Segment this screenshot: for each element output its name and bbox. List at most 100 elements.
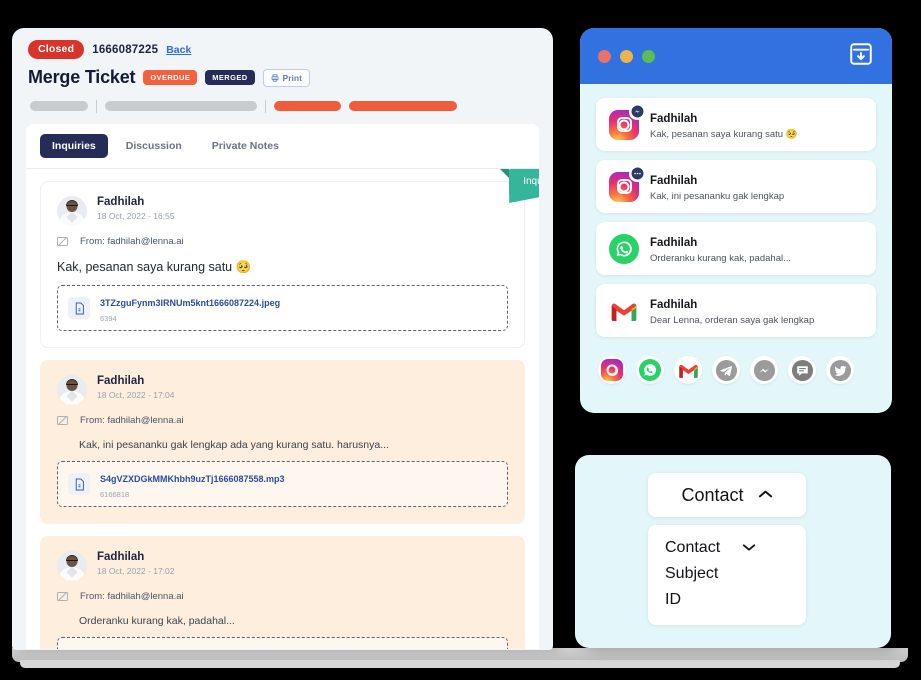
- contact-dropdown-options: Contact Subject ID: [648, 525, 806, 625]
- inquiries-ribbon-label: Inquiries: [523, 176, 539, 187]
- channel-filter-row: [580, 346, 892, 384]
- message-preview: Dear Lenna, orderan saya gak lengkap: [650, 315, 815, 326]
- tabs-wrap: Inquiries Discussion Private Notes: [12, 124, 553, 169]
- option-contact-label: Contact: [665, 539, 721, 556]
- option-subject-label: Subject: [665, 565, 719, 582]
- avatar: [57, 196, 87, 226]
- print-button[interactable]: Print: [262, 68, 310, 87]
- ticket-id: 1666087225: [92, 43, 159, 56]
- attachment[interactable]: mz5RCljIdreChquo92FMI666087552.png 40880…: [57, 637, 508, 649]
- option-contact[interactable]: Contact: [665, 539, 806, 557]
- message-area-wrap: Inquiries Fadhilah 18 Oct, 2022 - 16:55: [12, 169, 553, 649]
- conversation-list: Fadhilah Kak, pesanan saya kurang satu 🥺…: [580, 84, 892, 337]
- chat-window-titlebar: [580, 28, 892, 84]
- message-from: From: fadhilah@lenna.ai: [80, 236, 184, 247]
- message-sender: Fadhilah: [97, 196, 145, 208]
- tab-discussion[interactable]: Discussion: [114, 134, 194, 158]
- telegram-icon[interactable]: [712, 356, 740, 384]
- skeleton-bar-1[interactable]: [30, 101, 88, 111]
- attachment-name[interactable]: 3TZzguFynm3lRNUm5knt1666087224.jpeg: [100, 298, 280, 308]
- gmail-icon[interactable]: [674, 356, 702, 384]
- message-header: Fadhilah 18 Oct, 2022 - 17:04: [57, 375, 508, 405]
- message-card[interactable]: Fadhilah 18 Oct, 2022 - 17:04 From: fadh…: [40, 360, 525, 524]
- message-card[interactable]: Fadhilah 18 Oct, 2022 - 16:55 From: fadh…: [40, 181, 525, 348]
- message-preview: Kak, ini pesananku gak lengkap: [650, 191, 785, 202]
- printer-icon: [271, 73, 279, 82]
- instagram-icon: [609, 165, 645, 202]
- livechat-icon[interactable]: [788, 356, 816, 384]
- contact-dropdown-header[interactable]: Contact: [648, 473, 806, 517]
- whatsapp-icon: [609, 233, 639, 264]
- file-icon: [68, 473, 90, 495]
- message-list[interactable]: Inquiries Fadhilah 18 Oct, 2022 - 16:55: [26, 169, 539, 649]
- list-item[interactable]: Fadhilah Orderanku kurang kak, padahal..…: [596, 222, 876, 275]
- tab-private-notes[interactable]: Private Notes: [200, 134, 291, 158]
- avatar: [57, 551, 87, 581]
- minimize-dot[interactable]: [620, 49, 633, 63]
- option-subject[interactable]: Subject: [665, 565, 806, 583]
- mail-icon: [57, 237, 68, 246]
- chat-window: Fadhilah Kak, pesanan saya kurang satu 🥺…: [580, 28, 892, 413]
- message-sender: Fadhilah: [97, 375, 145, 387]
- overdue-badge: OVERDUE: [143, 70, 198, 85]
- contact-panel: Contact Contact Subject ID: [575, 455, 891, 648]
- message-body: Kak, pesanan saya kurang satu 🥺: [57, 260, 252, 274]
- whatsapp-icon[interactable]: [636, 356, 664, 384]
- message-from-row: From: fadhilah@lenna.ai: [57, 591, 508, 602]
- list-item[interactable]: Fadhilah Kak, pesanan saya kurang satu 🥺: [596, 98, 876, 151]
- contact-name: Fadhilah: [650, 113, 698, 125]
- back-link[interactable]: Back: [166, 44, 191, 56]
- option-id-label: ID: [665, 591, 681, 608]
- message-preview: Kak, pesanan saya kurang satu 🥺: [650, 129, 798, 140]
- skeleton-divider-2: [265, 99, 266, 113]
- attachment-name[interactable]: S4gVZXDGkMMKhbh9uzTj1666087558.mp3: [100, 474, 285, 484]
- message-time: 18 Oct, 2022 - 17:04: [97, 390, 175, 400]
- ticket-header: Closed 1666087225 Back Merge Ticket OVER…: [12, 28, 553, 113]
- messenger-icon[interactable]: [750, 356, 778, 384]
- skeleton-bar-2[interactable]: [105, 101, 257, 111]
- mail-icon: [57, 416, 68, 425]
- twitter-icon[interactable]: [826, 356, 854, 384]
- option-id[interactable]: ID: [665, 591, 806, 609]
- chevron-down-icon: [742, 539, 756, 557]
- message-header: Fadhilah 18 Oct, 2022 - 16:55: [57, 196, 508, 226]
- tab-inquiries[interactable]: Inquiries: [40, 134, 108, 158]
- contact-name: Fadhilah: [650, 175, 698, 187]
- message-body: Orderanku kurang kak, padahal...: [79, 615, 235, 627]
- avatar: [57, 375, 87, 405]
- close-dot[interactable]: [598, 49, 611, 63]
- mail-icon: [57, 592, 68, 601]
- skeleton-bar-4[interactable]: [349, 101, 457, 111]
- attachment[interactable]: S4gVZXDGkMMKhbh9uzTj1666087558.mp3 61668…: [57, 461, 508, 507]
- page-title: Merge Ticket: [28, 67, 136, 87]
- message-from: From: fadhilah@lenna.ai: [80, 591, 184, 602]
- message-header: Fadhilah 18 Oct, 2022 - 17:02: [57, 551, 508, 581]
- chevron-up-icon: [758, 486, 773, 504]
- screenshot-stage: Closed 1666087225 Back Merge Ticket OVER…: [0, 0, 921, 680]
- instagram-icon[interactable]: [598, 356, 626, 384]
- message-card[interactable]: Fadhilah 18 Oct, 2022 - 17:02 From: fadh…: [40, 536, 525, 649]
- print-label: Print: [282, 72, 302, 83]
- filter-skeleton-row: [30, 99, 537, 113]
- list-item[interactable]: Fadhilah Kak, ini pesananku gak lengkap: [596, 160, 876, 213]
- tab-bar: Inquiries Discussion Private Notes: [26, 124, 539, 169]
- message-preview: Orderanku kurang kak, padahal...: [650, 253, 792, 264]
- file-icon: [68, 297, 90, 319]
- skeleton-bar-3[interactable]: [274, 101, 341, 111]
- contact-header-label: Contact: [681, 484, 744, 505]
- list-item[interactable]: Fadhilah Dear Lenna, orderan saya gak le…: [596, 284, 876, 337]
- comment-badge-icon: [629, 165, 645, 182]
- ticket-window: Closed 1666087225 Back Merge Ticket OVER…: [12, 28, 553, 650]
- status-badge: Closed: [28, 40, 85, 59]
- merged-badge: MERGED: [205, 70, 255, 85]
- gmail-icon: [609, 296, 639, 326]
- attachment-size: 6394: [100, 314, 117, 323]
- messenger-badge-icon: [629, 103, 645, 120]
- inbox-download-icon[interactable]: [848, 41, 874, 72]
- maximize-dot[interactable]: [642, 49, 655, 63]
- contact-name: Fadhilah: [650, 299, 698, 311]
- message-sender: Fadhilah: [97, 551, 145, 563]
- desk-lip: [20, 660, 900, 668]
- inquiries-ribbon: Inquiries: [500, 169, 539, 196]
- attachment[interactable]: 3TZzguFynm3lRNUm5knt1666087224.jpeg 6394: [57, 285, 508, 331]
